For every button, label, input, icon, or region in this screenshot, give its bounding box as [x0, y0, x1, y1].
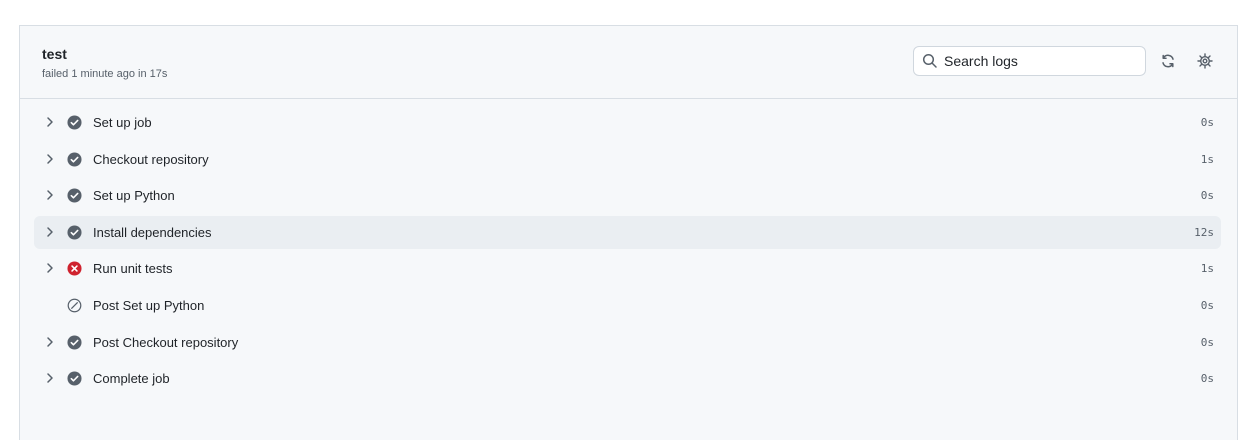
- step-row[interactable]: Run unit tests 1s: [34, 252, 1221, 285]
- chevron-right-icon: [44, 262, 56, 274]
- step-row[interactable]: Set up job 0s: [34, 106, 1221, 139]
- x-circle-icon: [67, 261, 82, 276]
- job-status-meta: failed 1 minute ago in 17s: [42, 68, 168, 80]
- step-row[interactable]: Set up Python 0s: [34, 179, 1221, 212]
- check-circle-icon: [67, 335, 82, 350]
- step-name: Post Checkout repository: [93, 334, 239, 350]
- step-row[interactable]: Complete job 0s: [34, 362, 1221, 395]
- skip-icon: [67, 298, 82, 313]
- step-duration: 1s: [1200, 262, 1214, 276]
- job-logs-panel: test failed 1 minute ago in 17s Search l…: [19, 25, 1238, 440]
- step-name: Complete job: [93, 371, 170, 387]
- chevron-right-icon: [44, 372, 56, 384]
- check-circle-icon: [67, 371, 82, 386]
- step-duration: 0s: [1200, 189, 1214, 203]
- chevron-right-icon: [44, 336, 56, 348]
- job-header: test failed 1 minute ago in 17s: [20, 26, 1237, 99]
- check-circle-icon: [67, 115, 82, 130]
- step-duration: 0s: [1200, 116, 1214, 129]
- step-row[interactable]: Checkout repository 1s: [34, 143, 1221, 176]
- step-duration: 1s: [1200, 152, 1214, 166]
- check-circle-icon: [67, 152, 82, 167]
- step-duration: 0s: [1200, 298, 1214, 312]
- step-name: Checkout repository: [93, 151, 209, 167]
- step-name: Run unit tests: [93, 261, 173, 277]
- step-duration: 12s: [1194, 225, 1214, 239]
- refresh-button[interactable]: [1160, 53, 1176, 69]
- chevron-right-icon: [44, 116, 56, 128]
- check-circle-icon: [67, 188, 82, 203]
- search-logs-input[interactable]: [944, 53, 1134, 69]
- chevron-right-icon: [44, 153, 56, 165]
- step-row[interactable]: Install dependencies 12s: [34, 215, 1221, 249]
- search-icon: [922, 53, 938, 69]
- sync-icon: [1160, 53, 1176, 69]
- step-row[interactable]: Post Checkout repository 0s: [34, 326, 1221, 359]
- step-duration: 0s: [1200, 335, 1214, 349]
- step-name: Set up job: [93, 115, 152, 130]
- chevron-right-icon: [44, 189, 56, 201]
- job-title: test: [42, 46, 67, 62]
- gear-icon: [1197, 53, 1213, 69]
- search-logs-box[interactable]: [913, 46, 1146, 76]
- chevron-right-icon: [44, 226, 56, 238]
- step-row[interactable]: Post Set up Python 0s: [34, 289, 1221, 322]
- steps-list: Set up job 0s Checkout repository 1s Set up …: [34, 106, 1221, 399]
- step-name: Set up Python: [93, 188, 175, 204]
- settings-button[interactable]: [1197, 53, 1213, 69]
- step-name: Install dependencies: [93, 224, 212, 240]
- step-duration: 0s: [1200, 372, 1214, 386]
- step-name: Post Set up Python: [93, 297, 205, 313]
- check-circle-icon: [67, 225, 82, 240]
